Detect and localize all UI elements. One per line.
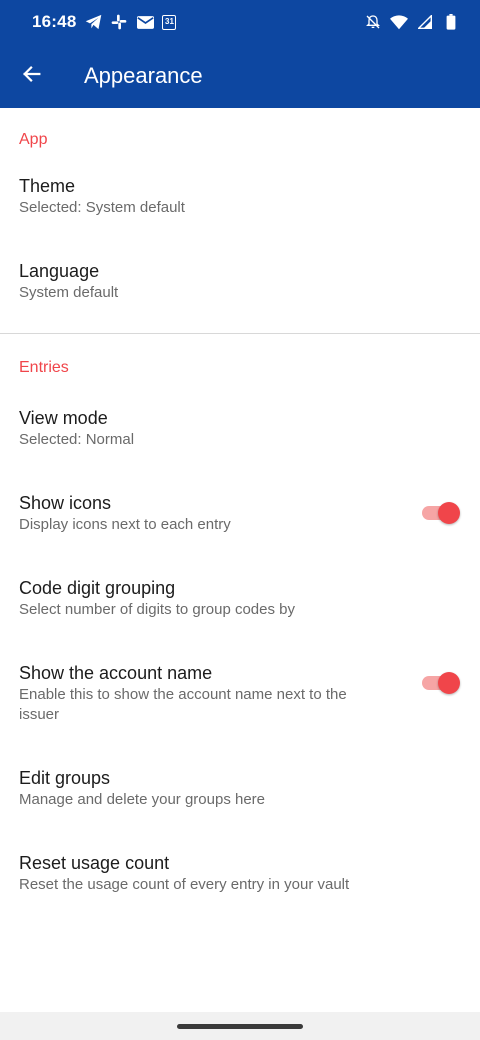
preferences-list: App Theme Selected: System default Langu…: [0, 108, 480, 915]
switch-thumb: [438, 501, 460, 524]
arrow-back-icon: [21, 63, 43, 90]
pref-summary: Selected: Normal: [19, 430, 135, 448]
calendar-icon: 31: [162, 14, 177, 30]
navigation-bar: [0, 1012, 480, 1040]
pref-title: Language: [19, 260, 100, 281]
notifications-off-icon: [364, 13, 382, 31]
pref-code-digit-grouping[interactable]: Code digit grouping Select number of dig…: [0, 555, 480, 640]
pref-title: Edit groups: [19, 767, 111, 788]
pref-summary: Selected: System default: [19, 198, 185, 216]
pref-view-mode[interactable]: View mode Selected: Normal: [0, 385, 480, 470]
pref-title: View mode: [19, 407, 108, 428]
show-account-name-switch[interactable]: [422, 671, 460, 694]
pref-title: Show the account name: [19, 662, 213, 683]
status-left-icons: 31: [84, 13, 177, 31]
slack-icon: [110, 13, 128, 31]
status-bar: 16:48 31: [0, 0, 480, 44]
home-gesture-handle[interactable]: [177, 1024, 303, 1029]
pref-edit-groups[interactable]: Edit groups Manage and delete your group…: [0, 745, 480, 830]
pref-title: Code digit grouping: [19, 577, 176, 598]
pref-title: Show icons: [19, 492, 112, 513]
app-bar: Appearance: [0, 44, 480, 108]
status-right-icons: [364, 13, 460, 31]
pref-summary: Enable this to show the account name nex…: [19, 685, 347, 723]
wifi-icon: [390, 13, 408, 31]
pref-summary: System default: [19, 283, 119, 301]
page-title: Appearance: [84, 63, 203, 88]
switch-thumb: [438, 671, 460, 694]
mail-icon: [136, 13, 154, 31]
section-header-entries: Entries: [19, 359, 69, 376]
status-time: 16:48: [32, 12, 77, 31]
pref-summary: Manage and delete your groups here: [19, 790, 266, 808]
pref-summary: Select number of digits to group codes b…: [19, 600, 295, 618]
pref-summary: Display icons next to each entry: [19, 515, 231, 533]
pref-reset-usage-count[interactable]: Reset usage count Reset the usage count …: [0, 830, 480, 915]
show-icons-switch[interactable]: [422, 501, 460, 524]
pref-theme[interactable]: Theme Selected: System default: [0, 153, 480, 238]
back-button[interactable]: [0, 44, 64, 108]
section-header-app: App: [19, 131, 48, 148]
pref-title: Theme: [19, 175, 76, 196]
battery-icon: [442, 13, 460, 31]
cellular-signal-icon: [416, 13, 434, 31]
pref-show-account-name[interactable]: Show the account name Enable this to sho…: [0, 640, 480, 745]
telegram-icon: [84, 13, 102, 31]
pref-show-icons[interactable]: Show icons Display icons next to each en…: [0, 470, 480, 555]
pref-title: Reset usage count: [19, 852, 170, 873]
pref-language[interactable]: Language System default: [0, 238, 480, 323]
pref-summary: Reset the usage count of every entry in …: [19, 875, 350, 893]
